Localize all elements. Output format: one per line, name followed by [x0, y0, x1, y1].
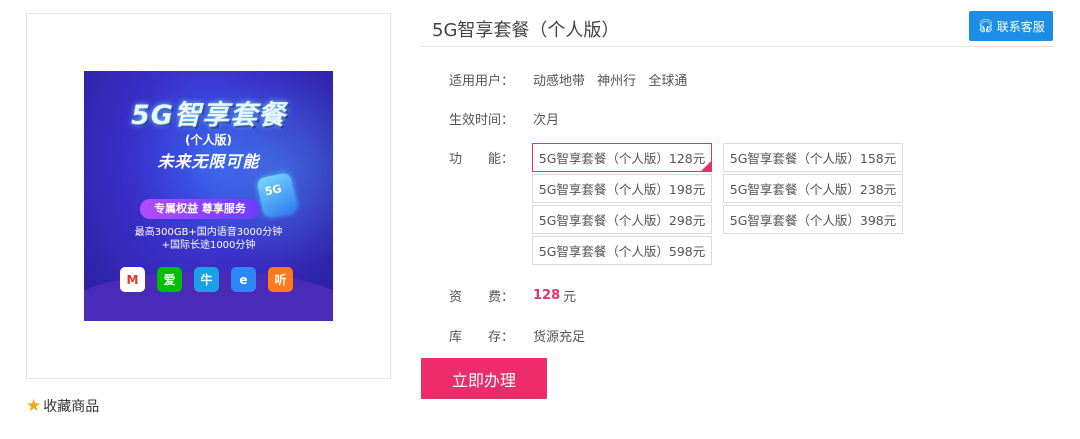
poster-desc-line2: +国际长途1000分钟: [161, 240, 256, 251]
favorite-label: 收藏商品: [43, 399, 100, 415]
app-ting-icon: 听: [268, 267, 293, 292]
stock-row: 库 存： 货源充足: [449, 326, 585, 345]
title-divider: [420, 46, 1054, 47]
app-niu-icon: 牛: [194, 267, 219, 292]
product-poster: 5G智享套餐 (个人版) 未来无限可能 5G 专属权益 尊享服务 最高300GB…: [84, 71, 333, 321]
option-298[interactable]: 5G智享套餐（个人版）298元: [532, 205, 712, 234]
poster-ribbon: 专属权益 尊享服务: [140, 199, 260, 219]
users-row: 适用用户： 动感地带 神州行 全球通: [449, 70, 695, 89]
favorite-product-link[interactable]: ★ 收藏商品: [26, 396, 99, 416]
option-238[interactable]: 5G智享套餐（个人版）238元: [723, 174, 903, 203]
poster-subtitle: (个人版): [185, 133, 232, 147]
users-label: 适用用户：: [449, 74, 515, 89]
poster-title: 5G智享套餐: [131, 100, 286, 131]
option-label: 5G智享套餐（个人版）298元: [538, 213, 706, 228]
option-label: 5G智享套餐（个人版）128元: [538, 151, 706, 166]
option-128[interactable]: 5G智享套餐（个人版）128元: [532, 143, 712, 172]
price-label: 资 费：: [449, 290, 515, 305]
user-type: 全球通: [648, 74, 688, 89]
app-migu-icon: M: [120, 267, 145, 292]
option-158[interactable]: 5G智享套餐（个人版）158元: [723, 143, 903, 172]
option-label: 5G智享套餐（个人版）158元: [729, 151, 897, 166]
contact-service-label: 联系客服: [996, 19, 1045, 34]
option-label: 5G智享套餐（个人版）598元: [538, 244, 706, 259]
option-198[interactable]: 5G智享套餐（个人版）198元: [532, 174, 712, 203]
price-unit: 元: [563, 290, 577, 305]
user-type: 动感地带: [533, 74, 586, 89]
headset-icon: 🎧︎: [977, 18, 994, 34]
price-value: 128: [533, 288, 561, 303]
effective-time-value: 次月: [533, 113, 560, 128]
product-image-box: 5G智享套餐 (个人版) 未来无限可能 5G 专属权益 尊享服务 最高300GB…: [26, 13, 391, 379]
buy-now-button[interactable]: 立即办理: [421, 358, 547, 399]
option-label: 5G智享套餐（个人版）398元: [729, 213, 897, 228]
app-iqiyi-icon: 爱: [157, 267, 182, 292]
product-title: 5G智享套餐（个人版）: [432, 20, 620, 41]
5g-badge-text: 5G: [263, 182, 283, 199]
option-label: 5G智享套餐（个人版）198元: [538, 182, 706, 197]
function-label: 功 能：: [449, 152, 515, 167]
stock-value: 货源充足: [533, 330, 586, 345]
price-row: 资 费： 128 元: [449, 286, 576, 305]
option-label: 5G智享套餐（个人版）238元: [729, 182, 897, 197]
users-values: 动感地带 神州行 全球通: [533, 70, 695, 89]
contact-service-button[interactable]: 🎧︎ 联系客服: [969, 11, 1053, 41]
effective-time-label: 生效时间：: [449, 113, 515, 128]
option-598[interactable]: 5G智享套餐（个人版）598元: [532, 236, 712, 265]
user-type: 神州行: [597, 74, 637, 89]
star-icon: ★: [26, 395, 42, 416]
stock-label: 库 存：: [449, 330, 515, 345]
app-e-icon: e: [231, 267, 256, 292]
option-398[interactable]: 5G智享套餐（个人版）398元: [723, 205, 903, 234]
effective-time-row: 生效时间： 次月: [449, 109, 559, 128]
app-icons: M 爱 牛 e 听: [120, 267, 293, 292]
poster-slogan: 未来无限可能: [157, 152, 260, 171]
